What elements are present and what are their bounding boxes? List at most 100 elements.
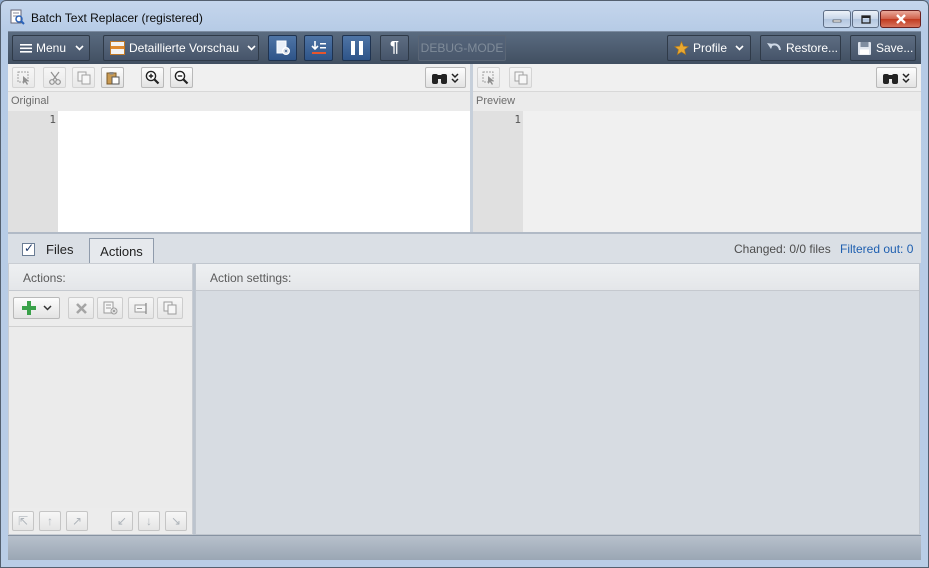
preview-line-gutter: 1 [473,111,523,232]
profile-dropdown[interactable]: Profile [667,35,751,61]
select-cursor-icon [482,71,494,85]
line-number: 1 [514,113,521,126]
restore-button[interactable]: Restore... [760,35,841,61]
status-bar [8,535,921,560]
star-icon [674,40,689,55]
preview-pane: Preview 1 [473,64,921,232]
zoom-out-button[interactable] [170,67,193,88]
original-label: Original [11,95,49,107]
action-settings-header: Action settings: [196,264,919,291]
cut-button[interactable] [43,67,66,88]
pilcrow-icon: ¶ [390,39,399,56]
find-dropdown-button[interactable] [425,67,466,88]
import-button[interactable] [304,35,333,61]
profile-label: Profile [693,41,728,55]
main-toolbar: Menu Detaillierte Vorschau ¶ DEBUG-MODE … [8,31,921,64]
actions-list[interactable] [9,326,192,508]
move-up-button[interactable]: ↑ [39,511,61,531]
copy-icon [163,301,177,315]
original-line-gutter: 1 [8,111,58,232]
chevron-down-icon [75,45,84,51]
scissors-icon [48,71,61,85]
arrow-down-right-icon: ↘ [170,514,182,528]
columns-icon [350,41,363,55]
preview-select-all-button[interactable] [477,67,500,88]
move-to-bottom-button[interactable]: ↘ [165,511,187,531]
preview-toolbar [473,64,921,92]
preview-label: Preview [476,95,516,107]
hamburger-icon [20,44,32,53]
view-mode-label: Detaillierte Vorschau [129,41,240,55]
tab-files[interactable]: Files [22,241,74,257]
detail-view-icon [110,41,125,55]
title-bar[interactable]: Batch Text Replacer (registered) [1,1,928,31]
add-action-button[interactable] [13,297,60,319]
arrow-down-icon: ↓ [146,514,152,528]
original-pane: Original 1 [8,64,471,232]
download-lines-icon [310,41,326,54]
clear-list-icon [103,301,117,315]
chevron-down-icon [735,45,744,51]
show-whitespace-button[interactable]: ¶ [380,35,409,61]
save-label: Save... [876,41,914,55]
floppy-disk-icon [858,41,871,55]
delete-action-button[interactable] [68,297,94,319]
split-view-button[interactable] [342,35,371,61]
move-up-right-button[interactable]: ↗ [66,511,88,531]
restore-label: Restore... [786,41,839,55]
arrow-up-icon: ↑ [47,514,53,528]
maximize-button[interactable] [852,10,879,28]
binoculars-icon [882,72,910,84]
tab-actions[interactable]: Actions [89,238,154,264]
x-delete-icon [75,302,87,314]
chevron-down-icon [42,305,52,311]
arrow-down-left-icon: ↙ [116,514,128,528]
minimize-icon [824,11,850,27]
settings-page-button[interactable] [268,35,297,61]
zoom-in-icon [145,70,160,85]
actions-header: Actions: [9,264,192,291]
move-to-top-button[interactable]: ⇱ [12,511,34,531]
move-down-left-button[interactable]: ↙ [111,511,133,531]
chevron-down-icon [247,45,256,51]
view-mode-dropdown[interactable]: Detaillierte Vorschau [103,35,259,61]
paste-clipboard-icon [106,71,119,84]
menu-button[interactable]: Menu [12,35,90,61]
copy-icon [514,71,527,84]
duplicate-action-button[interactable] [157,297,183,319]
select-all-button[interactable] [12,67,35,88]
copy-icon [77,71,90,84]
filtered-out-status[interactable]: Filtered out: 0 [840,242,913,256]
clear-actions-button[interactable] [97,297,123,319]
window-title: Batch Text Replacer (registered) [31,11,203,25]
binoculars-icon [431,72,459,84]
copy-button[interactable] [72,67,95,88]
preview-copy-button[interactable] [509,67,532,88]
rename-field-icon [134,302,147,314]
debug-mode-button[interactable]: DEBUG-MODE [418,35,506,61]
select-cursor-icon [17,71,29,85]
line-number: 1 [49,113,56,126]
tab-files-label: Files [46,242,74,257]
paste-button[interactable] [101,67,124,88]
action-settings-panel: Action settings: [195,263,920,535]
tab-actions-label: Actions [100,244,143,259]
close-button[interactable] [880,10,921,28]
arrow-up-right-icon: ↗ [71,514,83,528]
zoom-out-icon [174,70,189,85]
bottom-tab-strip: Files Actions Changed: 0/0 files Filtere… [8,232,921,264]
preview-find-dropdown-button[interactable] [876,67,917,88]
original-toolbar [8,64,471,92]
save-button[interactable]: Save... [850,35,916,61]
rename-action-button[interactable] [128,297,154,319]
move-down-button[interactable]: ↓ [138,511,160,531]
files-checkbox[interactable] [22,241,35,256]
plus-icon [21,301,36,315]
preview-text-viewer[interactable] [523,111,921,232]
page-gear-icon [276,40,290,55]
zoom-in-button[interactable] [141,67,164,88]
close-icon [881,11,920,27]
minimize-button[interactable] [823,10,851,28]
changed-files-status: Changed: 0/0 files [734,242,831,256]
original-text-editor[interactable] [58,111,470,232]
